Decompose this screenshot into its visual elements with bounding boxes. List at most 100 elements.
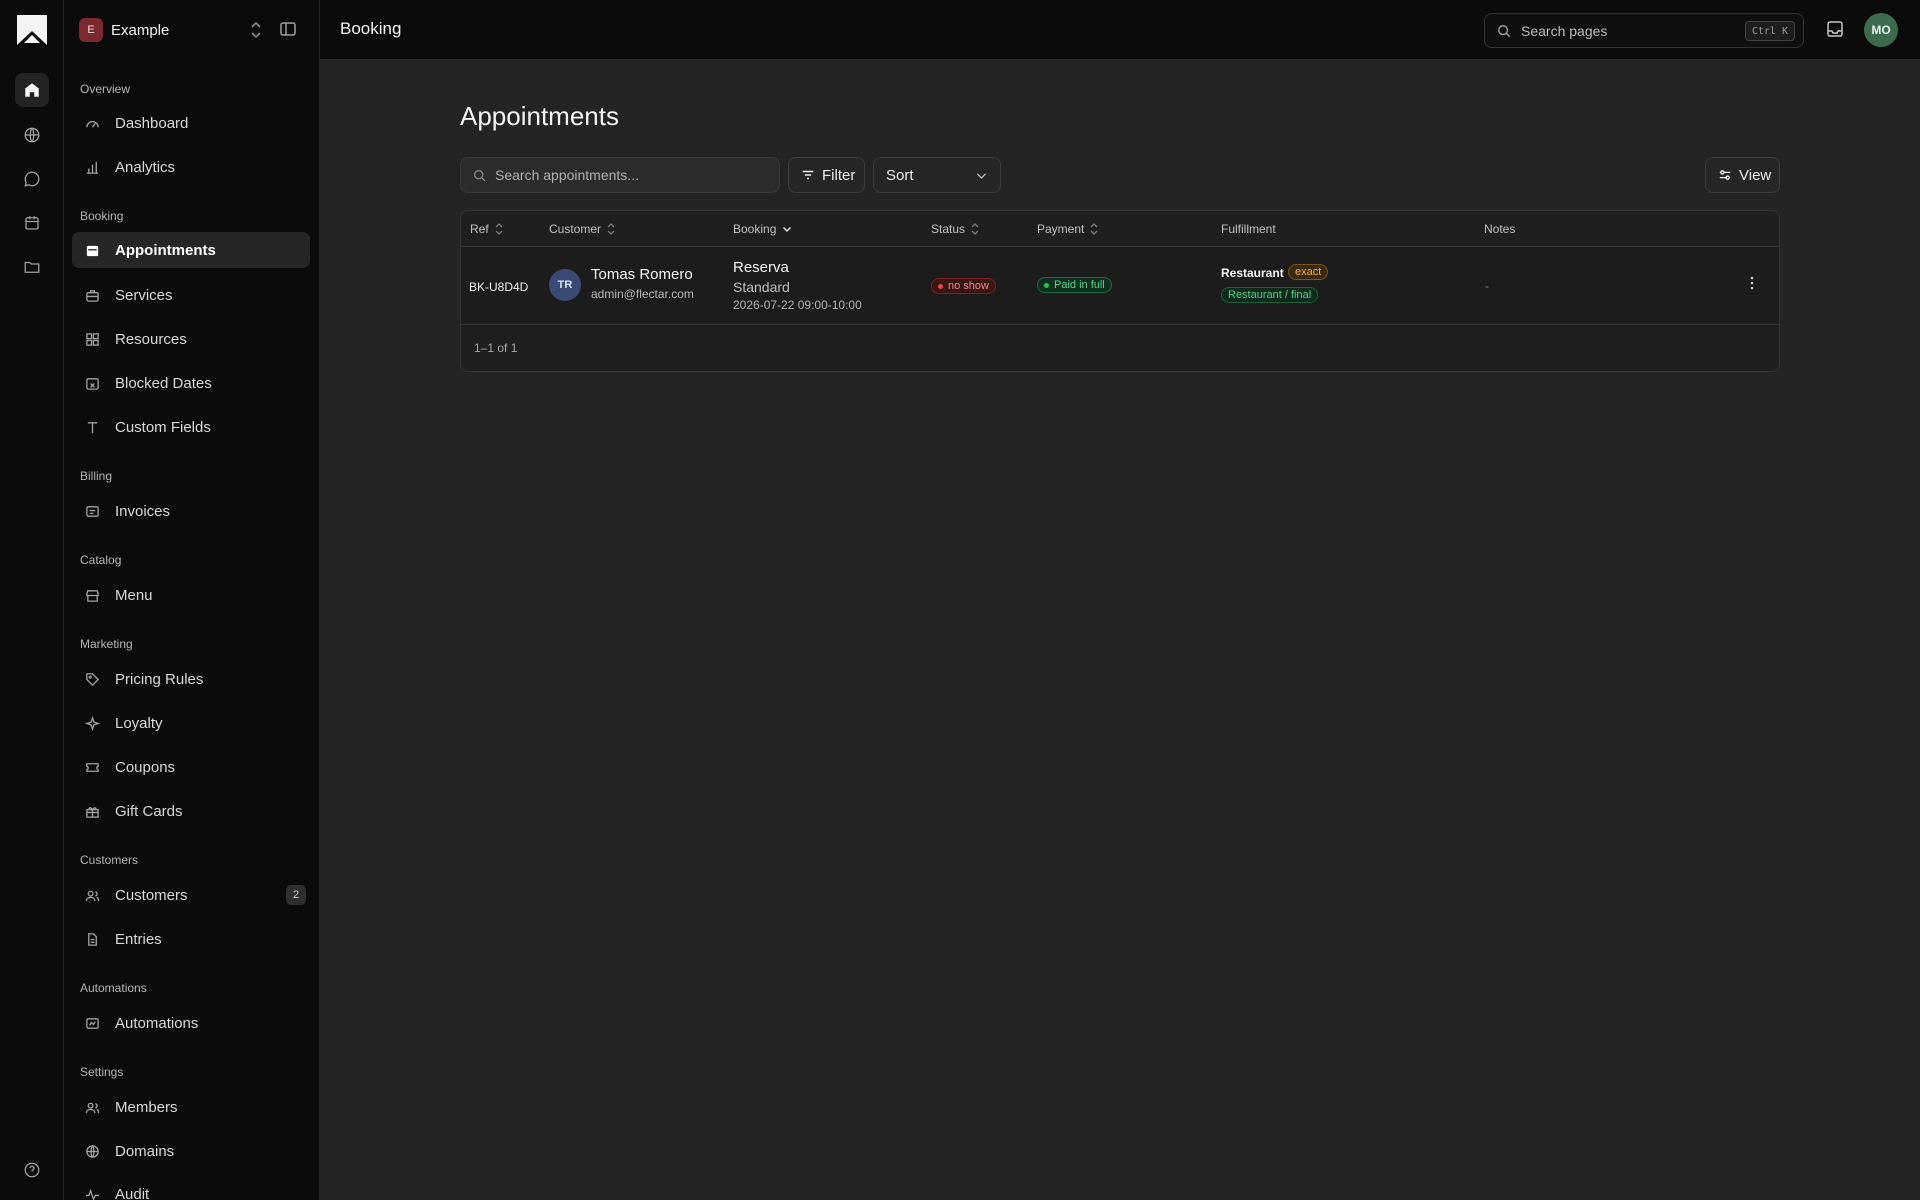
col-booking[interactable]: Booking	[733, 222, 792, 236]
sidebar-item-dashboard[interactable]: Dashboard	[72, 105, 310, 141]
rail-messages[interactable]	[15, 162, 49, 196]
rail-calendar[interactable]	[15, 206, 49, 240]
sidebar-item-pricing-rules[interactable]: Pricing Rules	[72, 661, 310, 697]
page-title: Appointments	[460, 101, 619, 131]
sidebar-item-customers[interactable]: Customers 2	[72, 877, 310, 913]
search-pages-placeholder: Search pages	[1521, 23, 1608, 39]
sidebar-item-label: Analytics	[115, 158, 176, 176]
search-icon	[1498, 25, 1511, 38]
globe-icon	[84, 1143, 100, 1159]
sidebar-item-invoices[interactable]: Invoices	[72, 493, 310, 529]
col-label: Fulfillment	[1221, 222, 1276, 236]
icon-rail	[0, 0, 64, 1200]
status-label: no show	[948, 280, 989, 292]
rail-home[interactable]	[15, 73, 49, 107]
rail-help[interactable]	[15, 1153, 49, 1187]
store-icon	[84, 587, 100, 603]
sidebar-item-loyalty[interactable]: Loyalty	[72, 705, 310, 741]
sidebar-item-blocked-dates[interactable]: Blocked Dates	[72, 365, 310, 401]
col-payment[interactable]: Payment	[1037, 222, 1098, 236]
sidebar-item-label: Domains	[115, 1142, 175, 1160]
sidebar-item-automations[interactable]: Automations	[72, 1005, 310, 1041]
chevron-down-icon	[783, 226, 792, 233]
sort-icon	[971, 223, 979, 235]
sort-icon	[607, 223, 615, 235]
sidebar-item-domains[interactable]: Domains	[72, 1133, 310, 1169]
sidebar-item-gift-cards[interactable]: Gift Cards	[72, 793, 310, 829]
booking-title: Reserva	[733, 259, 789, 276]
view-button[interactable]: View	[1705, 157, 1780, 193]
col-ref[interactable]: Ref	[470, 222, 503, 236]
sidebar-item-services[interactable]: Services	[72, 277, 310, 313]
receipt-icon	[84, 503, 100, 519]
sort-icon	[1090, 223, 1098, 235]
shortcut-hint: Ctrl K	[1744, 21, 1795, 41]
sidebar-item-custom-fields[interactable]: Custom Fields	[72, 409, 310, 445]
payment-label: Paid in full	[1054, 279, 1105, 291]
sidebar-item-label: Dashboard	[115, 114, 189, 132]
sidebar-item-label: Blocked Dates	[115, 374, 212, 392]
gauge-icon	[84, 115, 100, 131]
search-pages-input[interactable]: Search pages Ctrl K	[1484, 13, 1804, 48]
app-logo[interactable]	[17, 15, 47, 45]
workspace-switcher[interactable]: E Example	[79, 17, 309, 43]
sidebar-item-label: Members	[115, 1098, 178, 1116]
col-label: Ref	[470, 222, 489, 236]
text-icon	[84, 419, 100, 435]
user-avatar[interactable]: MO	[1864, 13, 1898, 47]
booking-time: 2026-07-22 09:00-10:00	[733, 298, 862, 312]
col-notes: Notes	[1484, 222, 1515, 236]
sidebar-toggle-icon[interactable]	[279, 20, 297, 38]
sidebar-item-members[interactable]: Members	[72, 1089, 310, 1125]
workflow-icon	[84, 1015, 100, 1031]
nav-group-customers: Customers	[80, 853, 139, 867]
search-appointments[interactable]	[460, 157, 780, 193]
customer-avatar: TR	[549, 269, 581, 301]
sidebar-item-analytics[interactable]: Analytics	[72, 149, 310, 185]
globe-icon	[24, 127, 40, 143]
users-icon	[84, 1099, 100, 1115]
rail-files[interactable]	[15, 250, 49, 284]
filter-icon	[802, 170, 814, 180]
search-appointments-input[interactable]	[495, 158, 775, 192]
sidebar-item-resources[interactable]: Resources	[72, 321, 310, 357]
sidebar-item-menu[interactable]: Menu	[72, 577, 310, 613]
sidebar-item-appointments[interactable]: Appointments	[72, 232, 310, 268]
col-label: Booking	[733, 222, 777, 236]
pagination-info: 1–1 of 1	[474, 341, 518, 355]
sidebar-item-coupons[interactable]: Coupons	[72, 749, 310, 785]
sidebar-item-label: Pricing Rules	[115, 670, 204, 688]
col-status[interactable]: Status	[931, 222, 979, 236]
fulfillment-name: Restaurant	[1221, 266, 1284, 280]
filter-button[interactable]: Filter	[788, 157, 865, 193]
nav-group-booking: Booking	[80, 209, 124, 223]
chevrons-up-down-icon[interactable]	[249, 21, 263, 39]
sidebar-item-audit[interactable]: Audit	[72, 1176, 310, 1200]
workspace-name: Example	[111, 21, 170, 39]
sort-select[interactable]: Sort	[873, 157, 1001, 193]
sidebar-item-label: Coupons	[115, 758, 176, 776]
nav-group-overview: Overview	[80, 82, 131, 96]
bar-chart-icon	[84, 159, 100, 175]
sidebar-item-entries[interactable]: Entries	[72, 921, 310, 957]
more-vertical-icon[interactable]	[1750, 275, 1754, 291]
help-icon	[24, 1162, 40, 1178]
nav-group-catalog: Catalog	[80, 553, 122, 567]
col-customer[interactable]: Customer	[549, 222, 615, 236]
inbox-icon[interactable]	[1825, 19, 1845, 39]
sidebar-item-label: Custom Fields	[115, 418, 211, 436]
tag-icon	[84, 671, 100, 687]
row-ref: BK-U8D4D	[469, 280, 529, 294]
payment-dot	[1044, 282, 1049, 288]
col-fulfillment: Fulfillment	[1221, 222, 1276, 236]
grid-icon	[84, 331, 100, 347]
calendar-icon	[25, 216, 39, 230]
file-icon	[84, 931, 100, 947]
nav-group-marketing: Marketing	[80, 637, 133, 651]
sidebar-item-label: Entries	[115, 930, 162, 948]
activity-icon	[84, 1186, 100, 1200]
table-row[interactable]: BK-U8D4D TR Tomas Romero admin@flectar.c…	[461, 247, 1779, 325]
fulfillment-path-badge: Restaurant / final	[1221, 287, 1319, 303]
rail-websites[interactable]	[15, 118, 49, 152]
section-title: Booking	[340, 19, 402, 38]
